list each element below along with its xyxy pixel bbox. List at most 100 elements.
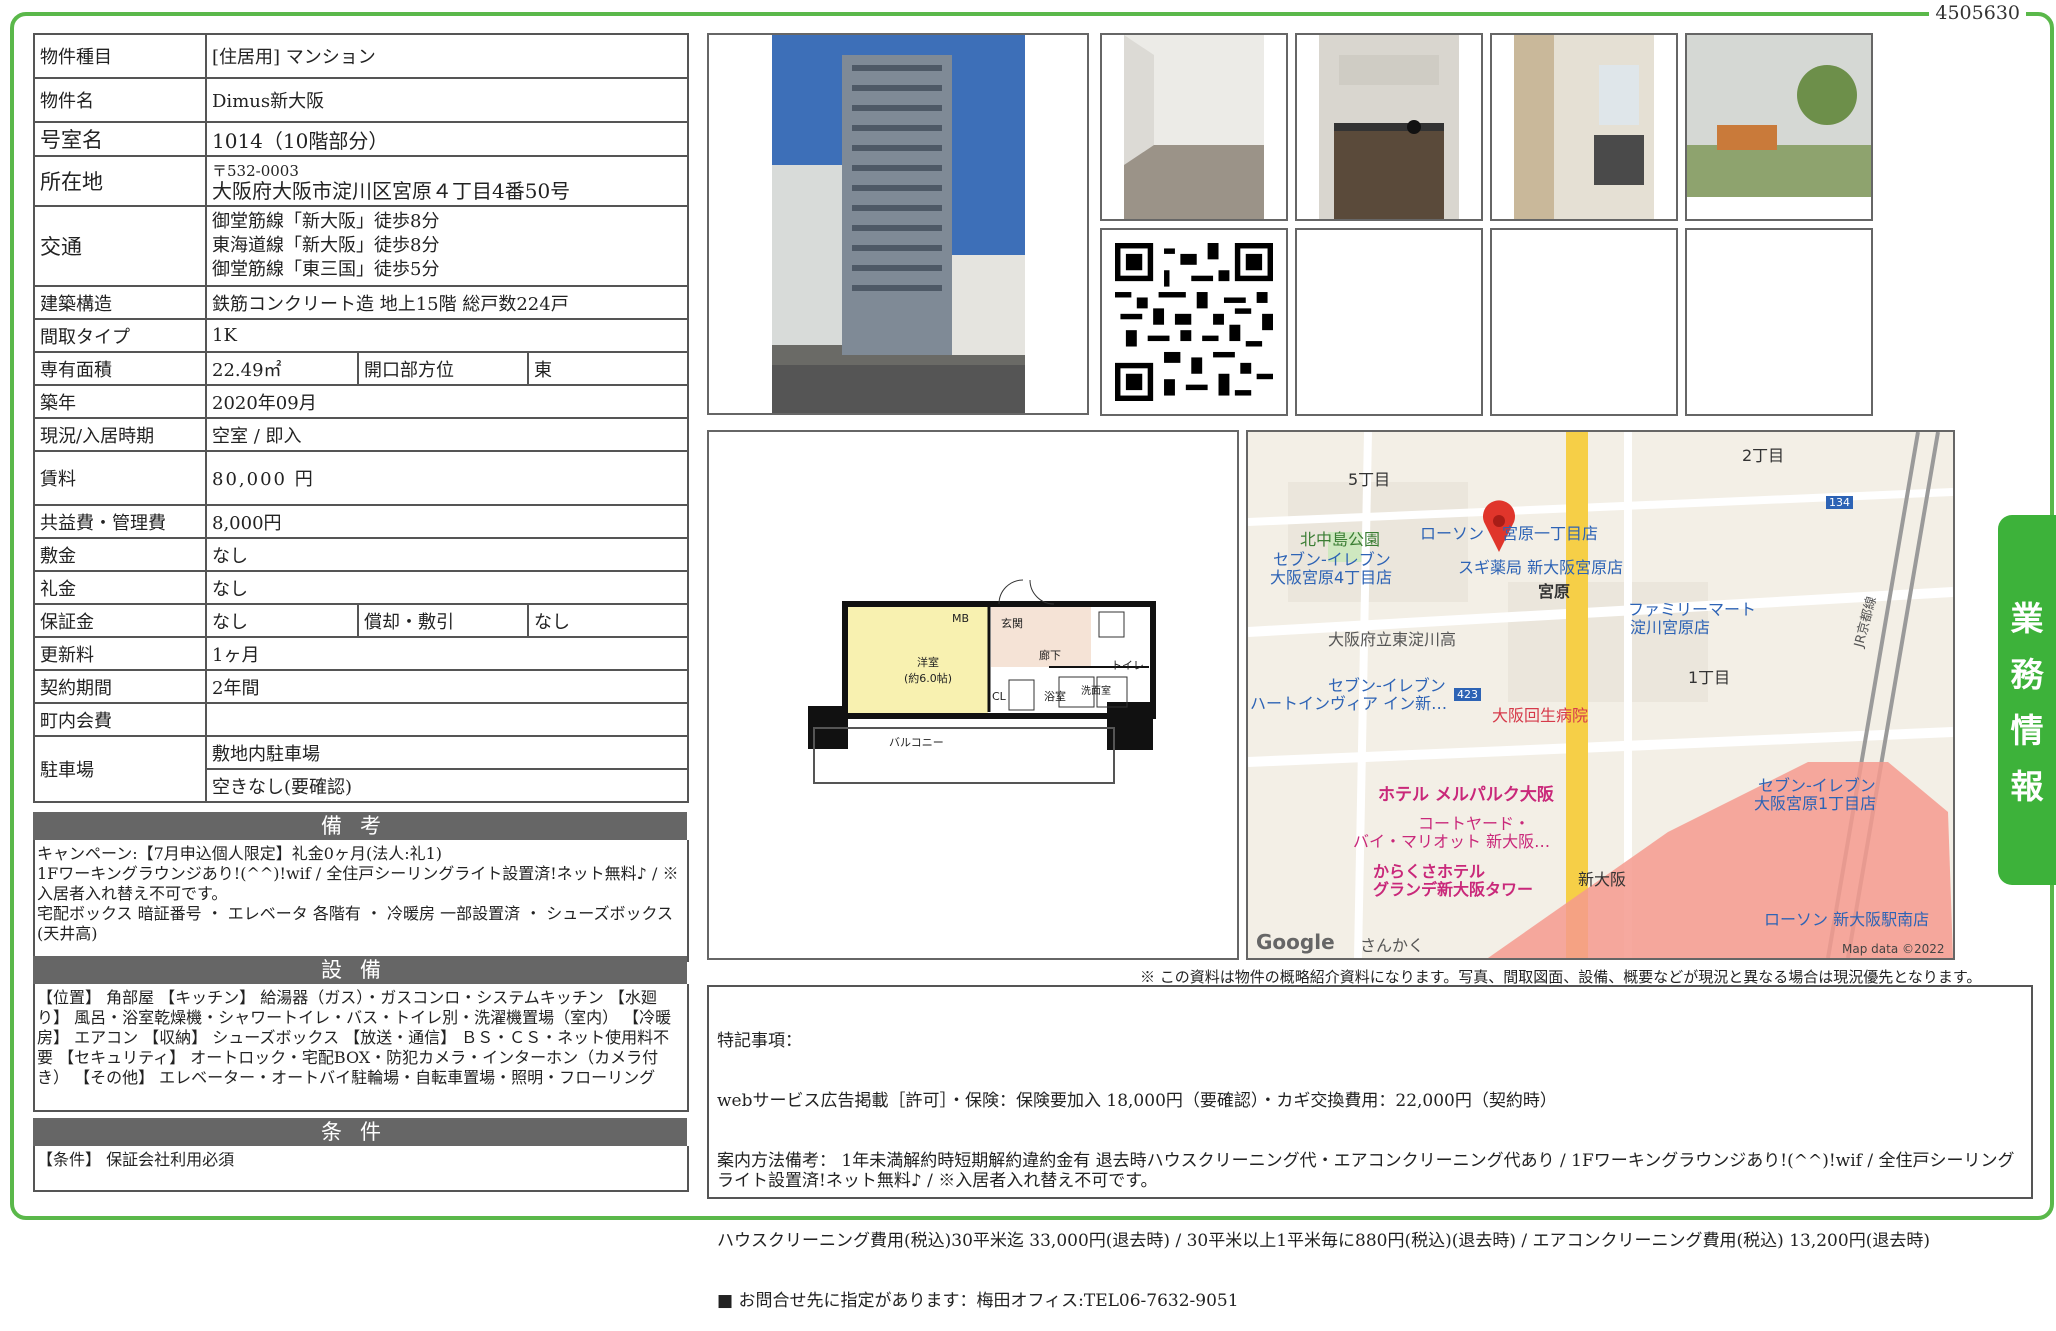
empty-photo-slot: [1490, 228, 1678, 416]
access-label: 交通: [33, 205, 207, 287]
structure-label: 建築構造: [33, 285, 207, 320]
access-line: 御堂筋線「東三国」徒歩5分: [212, 259, 440, 280]
map-label: ホテル メルパルク大阪: [1378, 785, 1554, 805]
rent-value: 80,000 円: [205, 450, 689, 506]
closet-label: CL: [992, 690, 1006, 703]
type-value: [住居用] マンション: [205, 33, 689, 79]
map-label: 2丁目: [1742, 446, 1785, 465]
map-label: 5丁目: [1348, 470, 1391, 489]
status-label: 現況/入居時期: [33, 417, 207, 452]
access-line: 東海道線「新大阪」徒歩8分: [212, 235, 440, 256]
route-badge: 423: [1454, 688, 1481, 701]
map-label: ハートインヴィア イン新…: [1250, 694, 1448, 713]
map-label: バイ・マリオット 新大阪…: [1353, 832, 1551, 851]
equipment-heading: 設備: [33, 956, 687, 984]
keymoney-value: なし: [205, 570, 689, 605]
empty-photo-slot: [1295, 228, 1483, 416]
guarantee-value: なし: [205, 603, 359, 638]
address-value: 大阪府大阪市淀川区宮原４丁目4番50号: [212, 179, 571, 203]
community-value: [205, 702, 689, 737]
disclaimer: ※ この資料は物件の概略紹介資料になります。写真、間取図面、設備、概要などが現況…: [1140, 968, 1982, 986]
bath-label: 浴室: [1044, 690, 1066, 703]
status-value: 空室 / 即入: [205, 417, 689, 452]
tab-char: 報: [2010, 767, 2044, 806]
map-label: 大阪宮原4丁目店: [1270, 568, 1393, 587]
balcony-label: バルコニー: [889, 736, 944, 749]
business-info-tab[interactable]: 業 務 情 報: [1998, 515, 2056, 885]
floor-plan-drawing: [808, 579, 1156, 784]
access-line: 御堂筋線「新大阪」徒歩8分: [212, 211, 440, 232]
route-badge: 134: [1826, 496, 1853, 509]
built-label: 築年: [33, 384, 207, 419]
tab-char: 務: [2010, 655, 2044, 694]
room-photo: [1100, 33, 1288, 221]
map-label: 大阪宮原1丁目店: [1754, 794, 1877, 813]
special-notes-title: 特記事項：: [717, 1031, 802, 1051]
qr-code[interactable]: [1100, 228, 1288, 416]
area-value: 22.49㎡: [205, 351, 359, 386]
kitchen-image: [1319, 35, 1459, 219]
building-image: [772, 35, 1025, 413]
direction-value: 東: [527, 351, 689, 386]
map-label: 新大阪: [1578, 870, 1627, 889]
contract-label: 契約期間: [33, 669, 207, 704]
property-info-table: 物件種目 [住居用] マンション 物件名 Dimus新大阪 号室名 1014（10階部…: [33, 33, 689, 803]
map-attribution: Map data ©2022: [1842, 942, 1945, 956]
special-notes: 特記事項： webサービス広告掲載［許可］・保険：保険要加入 18,000円（要…: [707, 985, 2033, 1311]
toilet-label: トイレ: [1111, 659, 1144, 672]
washroom-label: 洗面室: [1081, 686, 1111, 697]
empty-photo-slot: [1685, 228, 1873, 416]
room-name: 洋室: [917, 656, 940, 669]
map-label: 大阪府立東淀川高: [1328, 630, 1457, 649]
amort-label: 償却・敷引: [357, 603, 529, 638]
lounge-image: [1687, 35, 1871, 197]
floor-plan: 洋室 (約6.0帖) MB 玄関 廊下 トイレ 浴室 洗面室 CL バルコニー: [707, 430, 1239, 960]
conditions-body: 【条件】 保証会社利用必須: [33, 1146, 689, 1192]
layout-value: 1K: [205, 318, 689, 353]
qr-code-image: [1115, 243, 1273, 401]
location-map[interactable]: 5丁目 2丁目 北中島公園 ローソン 宮原一丁目店 セブン-イレブン 大阪宮原4…: [1246, 430, 1955, 960]
parking-label: 駐車場: [33, 735, 207, 803]
special-note-line: webサービス広告掲載［許可］・保険：保険要加入 18,000円（要確認）・カギ…: [717, 1091, 1557, 1111]
address-label: 所在地: [33, 155, 207, 207]
renew-label: 更新料: [33, 636, 207, 671]
room-image: [1124, 35, 1264, 219]
direction-label: 開口部方位: [357, 351, 529, 386]
special-note-line: 案内方法備考： 1年未満解約時短期解約違約金有 退去時ハウスクリーニング代・エア…: [717, 1151, 2015, 1191]
parking-availability: 空きなし(要確認): [205, 768, 689, 803]
fee-label: 共益費・管理費: [33, 504, 207, 539]
kitchen-photo: [1295, 33, 1483, 221]
postal-code: 〒532-0003: [212, 162, 299, 180]
amort-value: なし: [527, 603, 689, 638]
keymoney-label: 礼金: [33, 570, 207, 605]
map-label: スギ薬局 新大阪宮原店: [1458, 558, 1624, 577]
map-label: さんかく: [1360, 936, 1425, 955]
renew-value: 1ヶ月: [205, 636, 689, 671]
washroom-image: [1514, 35, 1654, 219]
deposit-label: 敷金: [33, 537, 207, 572]
mb-label: MB: [952, 612, 970, 625]
structure-value: 鉄筋コンクリート造 地上15階 総戸数224戸: [205, 285, 689, 320]
room-value: 1014（10階部分）: [205, 121, 689, 157]
google-logo: Google: [1256, 930, 1335, 954]
building-exterior-photo: [707, 33, 1089, 415]
special-note-line: ハウスクリーニング費用(税込)30平米迄 33,000円(退去時) / 30平米…: [717, 1231, 1930, 1251]
entrance-label: 玄関: [1001, 617, 1023, 630]
map-label: グランデ新大阪タワー: [1373, 880, 1534, 899]
room-size: (約6.0帖): [904, 672, 953, 685]
map-label: 大阪回生病院: [1492, 706, 1589, 725]
rent-label: 賃料: [33, 450, 207, 506]
area-label: 専有面積: [33, 351, 207, 386]
remarks-heading: 備考: [33, 812, 687, 840]
conditions-heading: 条件: [33, 1118, 687, 1146]
layout-label: 間取タイプ: [33, 318, 207, 353]
room-label: 号室名: [33, 121, 207, 157]
parking-value: 敷地内駐車場: [205, 735, 689, 770]
community-label: 町内会費: [33, 702, 207, 737]
map-label: ローソン 新大阪駅南店: [1764, 910, 1930, 929]
deposit-value: なし: [205, 537, 689, 572]
map-label: 宮原: [1538, 582, 1571, 601]
lounge-photo: [1685, 33, 1873, 221]
map-label: ローソン: [1420, 524, 1485, 543]
washroom-photo: [1490, 33, 1678, 221]
